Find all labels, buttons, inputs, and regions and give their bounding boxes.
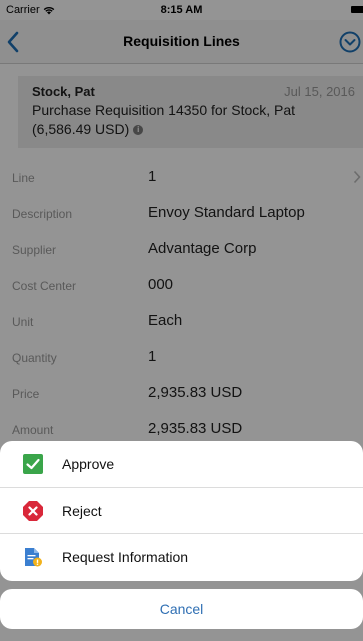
approve-check-icon xyxy=(23,454,43,474)
request-information-label: Request Information xyxy=(62,549,189,566)
app-screen: Carrier 8:15 AM Requisition Lines Stock,… xyxy=(0,0,363,641)
reject-x-icon xyxy=(23,500,43,521)
approve-label: Approve xyxy=(62,456,115,472)
request-information-icon xyxy=(25,548,42,567)
reject-action[interactable]: Reject xyxy=(0,488,363,535)
action-sheet: Approve Reject Request Information Cance… xyxy=(0,441,363,641)
cancel-button[interactable]: Cancel xyxy=(0,589,363,629)
reject-label: Reject xyxy=(62,502,102,519)
action-sheet-options: Approve Reject Request Information xyxy=(0,441,363,581)
request-information-action[interactable]: Request Information xyxy=(0,534,363,581)
approve-action[interactable]: Approve xyxy=(0,441,363,488)
